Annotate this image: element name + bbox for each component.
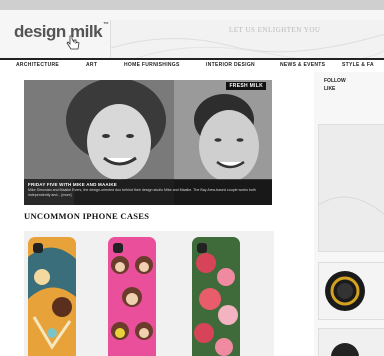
like-link[interactable]: LIKE bbox=[324, 86, 335, 92]
product-dial-icon bbox=[325, 271, 365, 311]
nav-item-art[interactable]: ART bbox=[86, 62, 97, 68]
header-ad-banner[interactable]: LET US ENLIGHTEN YOU bbox=[110, 20, 384, 62]
main-nav: ARCHITECTURE ART HOME FURNISHINGS INTERI… bbox=[0, 58, 384, 73]
case-floral bbox=[192, 237, 240, 356]
hand-cursor-icon bbox=[66, 35, 80, 50]
featured-post-image[interactable]: FRESH MILK FRIDAY FIVE WITH MIKE AND MAA… bbox=[24, 80, 272, 205]
site-header: design milk™ LET US ENLIGHTEN YOU bbox=[0, 10, 384, 62]
post-excerpt: Mike Simonian and Maaike Evers, the desi… bbox=[28, 188, 256, 197]
like-label: LIKE bbox=[324, 86, 336, 92]
iphone-cases-image[interactable] bbox=[24, 231, 274, 356]
sidebar-product-box-2[interactable] bbox=[318, 328, 384, 356]
site-logo[interactable]: design milk™ bbox=[14, 22, 109, 42]
nav-item-home-furnishings[interactable]: HOME FURNISHINGS bbox=[124, 62, 180, 68]
follow-link[interactable]: FOLLOW bbox=[324, 78, 346, 84]
nav-item-news-events[interactable]: NEWS & EVENTS bbox=[280, 62, 325, 68]
follow-label: FOLLOW bbox=[324, 78, 346, 84]
header-ad-text: LET US ENLIGHTEN YOU bbox=[229, 26, 321, 34]
fresh-milk-badge: FRESH MILK bbox=[226, 82, 266, 90]
case-tribal bbox=[28, 237, 76, 356]
section-title[interactable]: UNCOMMON IPHONE CASES bbox=[24, 211, 149, 221]
hero-caption: FRIDAY FIVE WITH MIKE AND MAAIKE Mike Si… bbox=[24, 179, 272, 205]
sidebar-ad-box[interactable] bbox=[318, 124, 384, 252]
nav-item-style[interactable]: STYLE & FA bbox=[342, 62, 374, 68]
logo-text: design milk bbox=[14, 22, 103, 41]
browser-page: design milk™ LET US ENLIGHTEN YOU ARCHIT… bbox=[0, 0, 384, 356]
sidebar-product-box[interactable] bbox=[318, 262, 384, 320]
logo-tm: ™ bbox=[103, 22, 109, 28]
post-title[interactable]: FRIDAY FIVE WITH MIKE AND MAAIKE bbox=[28, 182, 117, 187]
case-paul-frank bbox=[108, 237, 156, 356]
nav-item-interior-design[interactable]: INTERIOR DESIGN bbox=[206, 62, 255, 68]
nav-item-architecture[interactable]: ARCHITECTURE bbox=[16, 62, 59, 68]
window-top-bar bbox=[0, 0, 384, 10]
